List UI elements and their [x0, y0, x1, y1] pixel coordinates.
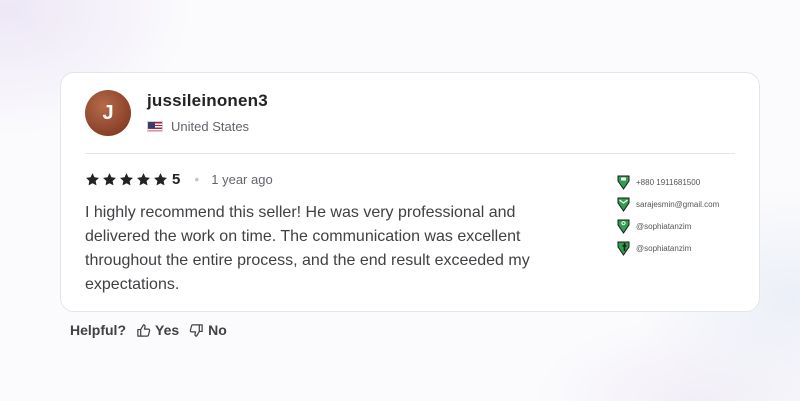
review-text: I highly recommend this seller! He was v… — [85, 204, 530, 293]
star-icon — [86, 172, 99, 185]
helpful-feedback: Helpful? Yes No — [70, 322, 227, 338]
thumbs-up-icon — [137, 323, 151, 337]
reviewer-country: United States — [147, 119, 249, 134]
star-rating — [85, 172, 168, 187]
separator-dot: • — [194, 171, 200, 187]
rating-row: 5 • 1 year ago — [85, 169, 273, 189]
contact-item-phone: +880 1911681500 — [617, 175, 719, 190]
thumbs-down-icon — [189, 323, 203, 337]
star-icon — [103, 172, 116, 185]
helpful-label: Helpful? — [70, 322, 126, 338]
divider — [85, 153, 735, 154]
contact-list: +880 1911681500 sarajesmin@gmail.com @so… — [617, 175, 719, 256]
instagram-icon — [617, 219, 630, 234]
reviewer-username[interactable]: jussileinonen3 — [147, 91, 268, 111]
us-flag-icon — [147, 121, 163, 132]
phone-icon — [617, 175, 630, 190]
star-icon — [137, 172, 150, 185]
country-label: United States — [171, 119, 250, 134]
mail-icon — [617, 197, 630, 212]
helpful-no-label: No — [208, 322, 227, 338]
star-icon — [120, 172, 133, 185]
contact-facebook: @sophiatanzim — [636, 244, 692, 253]
contact-email: sarajesmin@gmail.com — [636, 200, 720, 209]
avatar[interactable]: J — [85, 90, 131, 136]
helpful-no-button[interactable]: No — [189, 322, 227, 338]
contact-phone: +880 1911681500 — [636, 178, 701, 187]
review-card: J jussileinonen3 United States 5 • 1 yea… — [60, 72, 760, 312]
avatar-letter: J — [102, 101, 114, 124]
review-time: 1 year ago — [211, 171, 273, 187]
contact-item-instagram: @sophiatanzim — [617, 219, 719, 234]
facebook-icon — [617, 241, 630, 256]
rating-value: 5 — [172, 170, 181, 188]
helpful-yes-button[interactable]: Yes — [136, 322, 179, 338]
contact-instagram: @sophiatanzim — [636, 222, 692, 231]
contact-item-mail: sarajesmin@gmail.com — [617, 197, 719, 212]
helpful-yes-label: Yes — [155, 322, 180, 338]
star-icon — [154, 172, 167, 185]
contact-item-facebook: @sophiatanzim — [617, 241, 719, 256]
